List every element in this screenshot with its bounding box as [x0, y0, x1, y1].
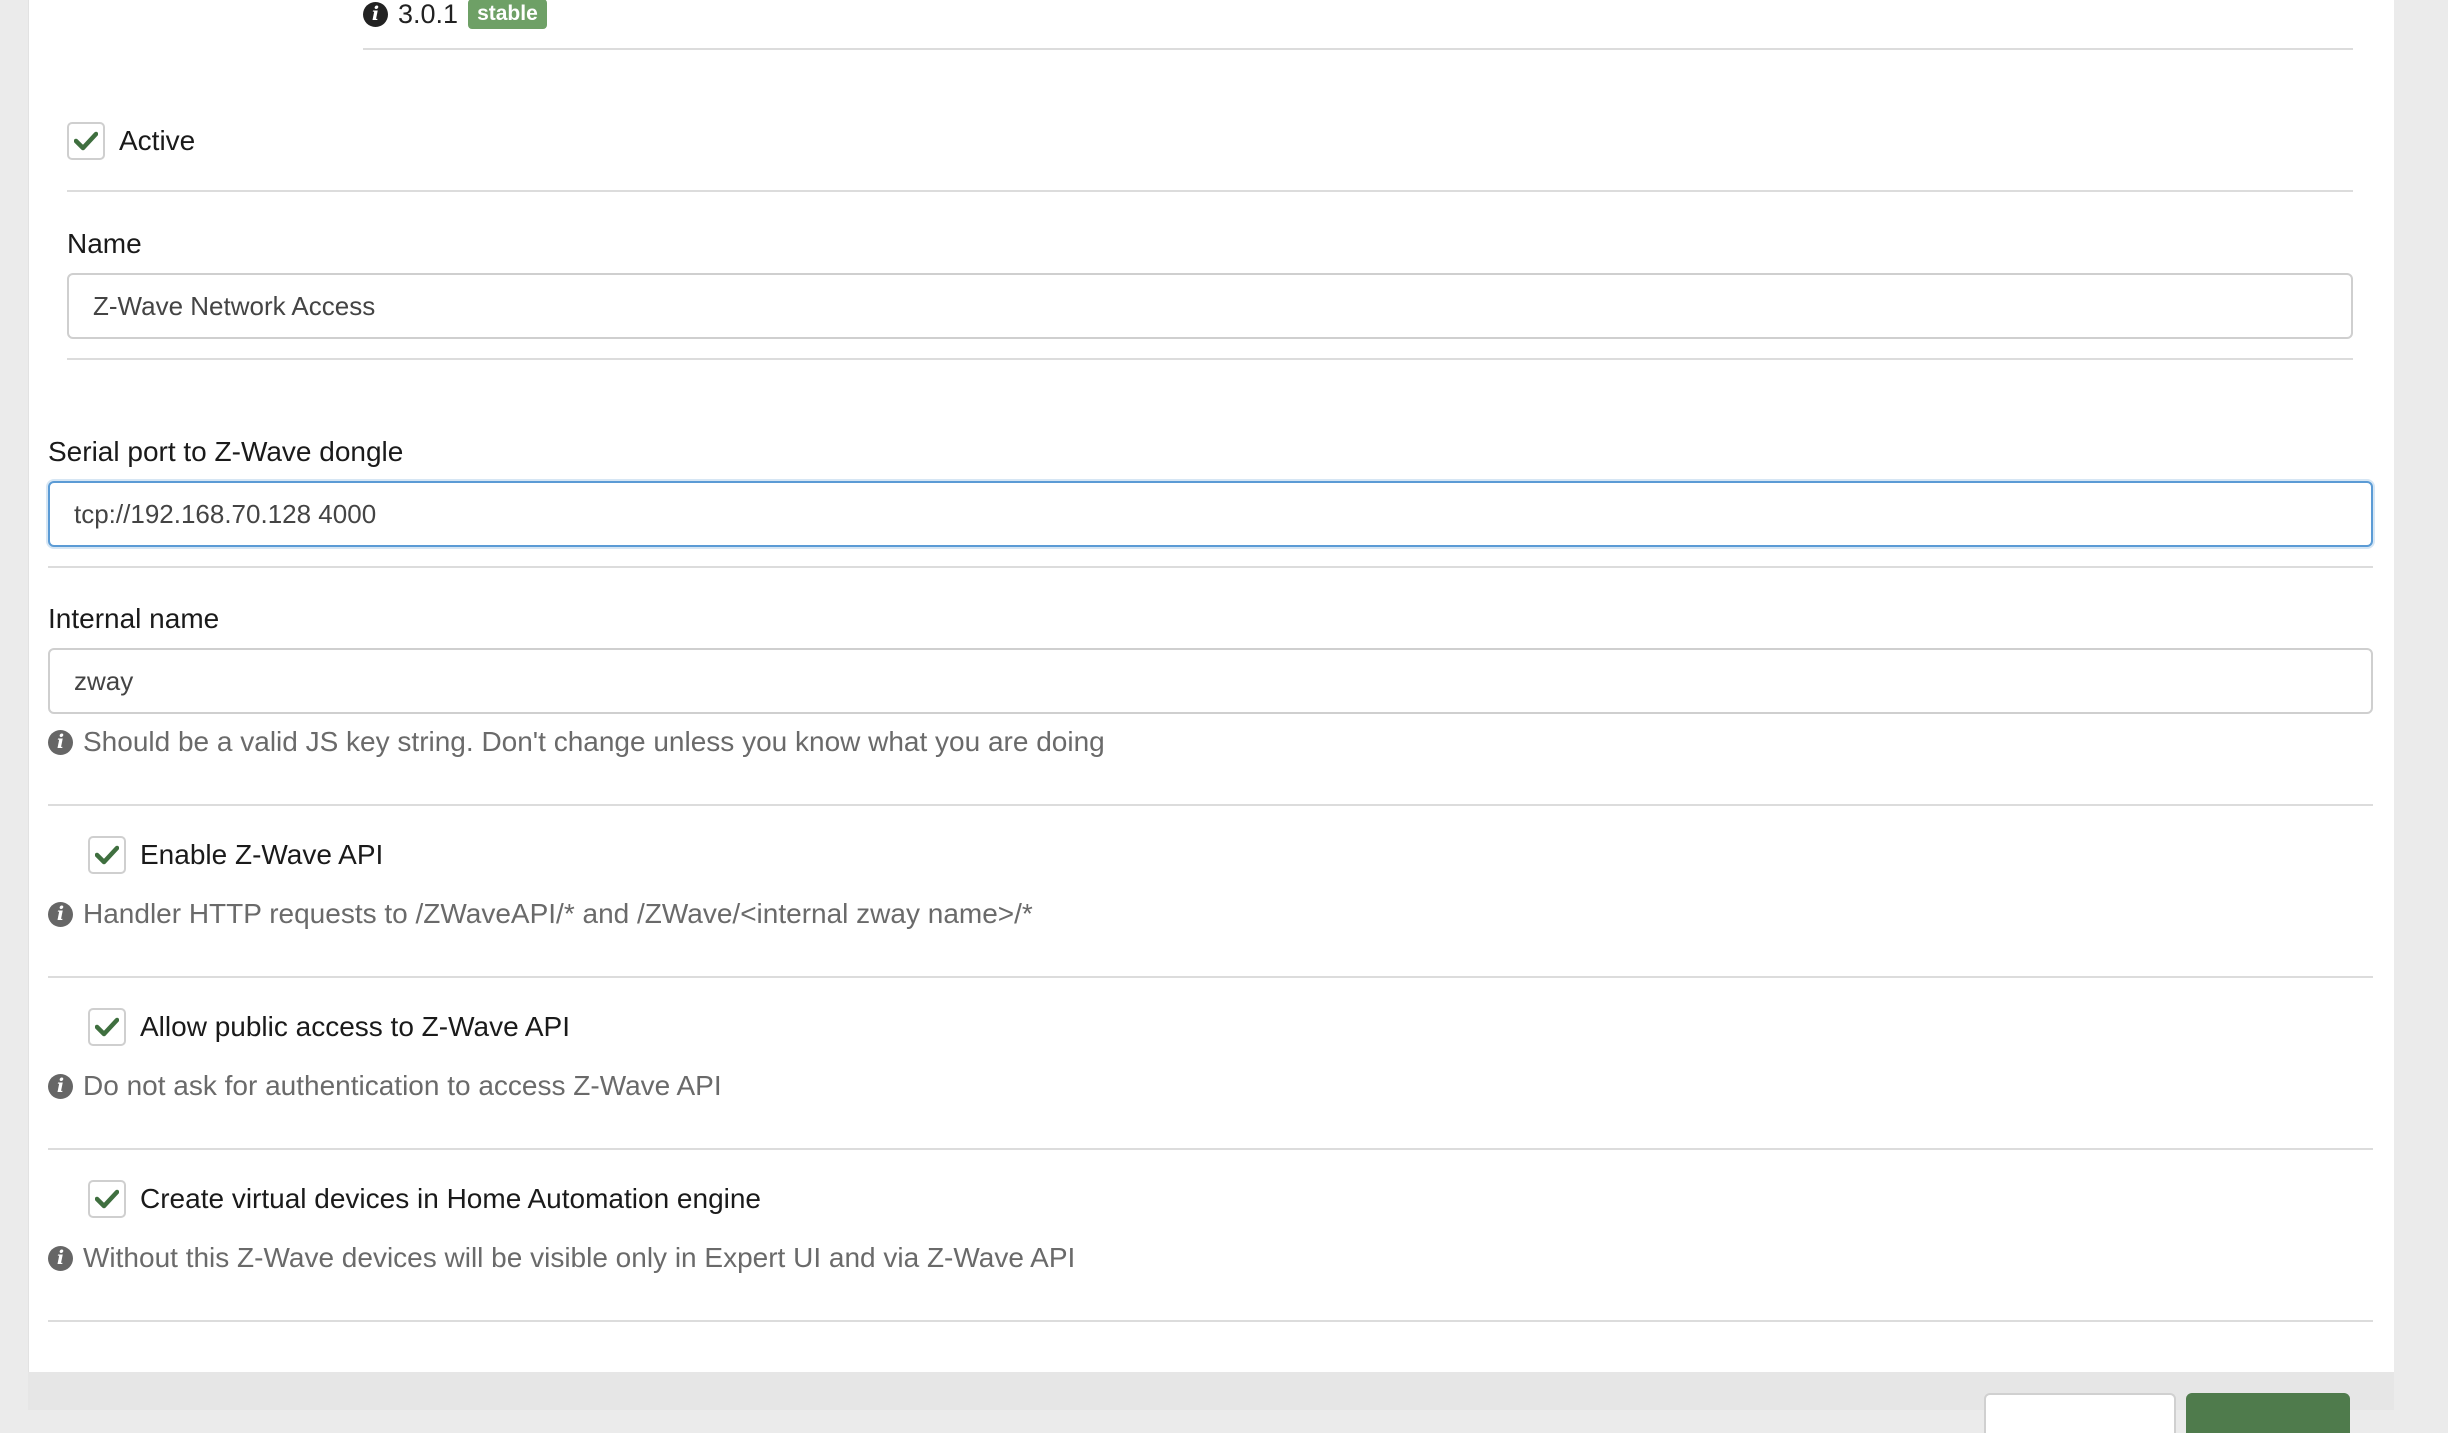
serial-port-label: Serial port to Z-Wave dongle [48, 436, 404, 467]
name-label: Name [67, 228, 142, 259]
active-label: Active [119, 125, 196, 156]
check-icon [74, 131, 98, 151]
divider [48, 804, 2373, 806]
divider [48, 566, 2373, 568]
page-gutter [2394, 0, 2448, 1410]
info-circle-icon: i [48, 1073, 73, 1099]
active-checkbox[interactable] [67, 122, 105, 160]
divider [363, 48, 2353, 50]
module-version-row: i 3.0.1 stable [363, 0, 547, 29]
name-input[interactable] [67, 273, 2353, 339]
divider [48, 1320, 2373, 1322]
info-circle-icon: i [363, 1, 388, 27]
public-access-help: i Do not ask for authentication to acces… [48, 1070, 722, 1102]
internal-name-help-text: Should be a valid JS key string. Don't c… [83, 726, 1105, 757]
info-circle-icon: i [48, 729, 73, 755]
serial-port-input[interactable] [48, 481, 2373, 547]
check-icon [95, 1189, 119, 1209]
enable-api-label: Enable Z-Wave API [140, 839, 384, 870]
internal-name-input[interactable] [48, 648, 2373, 714]
save-button[interactable] [2186, 1393, 2350, 1433]
virtual-devices-help: i Without this Z-Wave devices will be vi… [48, 1242, 1075, 1274]
active-checkbox-row[interactable]: Active [67, 122, 195, 160]
virtual-devices-checkbox-row[interactable]: Create virtual devices in Home Automatio… [88, 1180, 761, 1218]
check-icon [95, 1017, 119, 1037]
enable-api-checkbox[interactable] [88, 836, 126, 874]
stability-badge: stable [468, 0, 547, 29]
virtual-devices-label: Create virtual devices in Home Automatio… [140, 1183, 762, 1214]
divider [48, 1148, 2373, 1150]
internal-name-help: i Should be a valid JS key string. Don't… [48, 726, 1105, 758]
info-circle-icon: i [48, 901, 73, 927]
enable-api-checkbox-row[interactable]: Enable Z-Wave API [88, 836, 383, 874]
public-access-label: Allow public access to Z-Wave API [140, 1011, 571, 1042]
enable-api-help: i Handler HTTP requests to /ZWaveAPI/* a… [48, 898, 1033, 930]
divider [67, 190, 2353, 192]
cancel-button[interactable] [1984, 1393, 2176, 1433]
divider [48, 976, 2373, 978]
virtual-devices-checkbox[interactable] [88, 1180, 126, 1218]
check-icon [95, 845, 119, 865]
public-access-checkbox-row[interactable]: Allow public access to Z-Wave API [88, 1008, 570, 1046]
virtual-devices-help-text: Without this Z-Wave devices will be visi… [83, 1242, 1076, 1273]
enable-api-help-text: Handler HTTP requests to /ZWaveAPI/* and… [83, 898, 1033, 929]
internal-name-label: Internal name [48, 603, 220, 634]
module-version: 3.0.1 [398, 0, 459, 29]
info-circle-icon: i [48, 1245, 73, 1271]
divider [67, 358, 2353, 360]
public-access-help-text: Do not ask for authentication to access … [83, 1070, 722, 1101]
public-access-checkbox[interactable] [88, 1008, 126, 1046]
